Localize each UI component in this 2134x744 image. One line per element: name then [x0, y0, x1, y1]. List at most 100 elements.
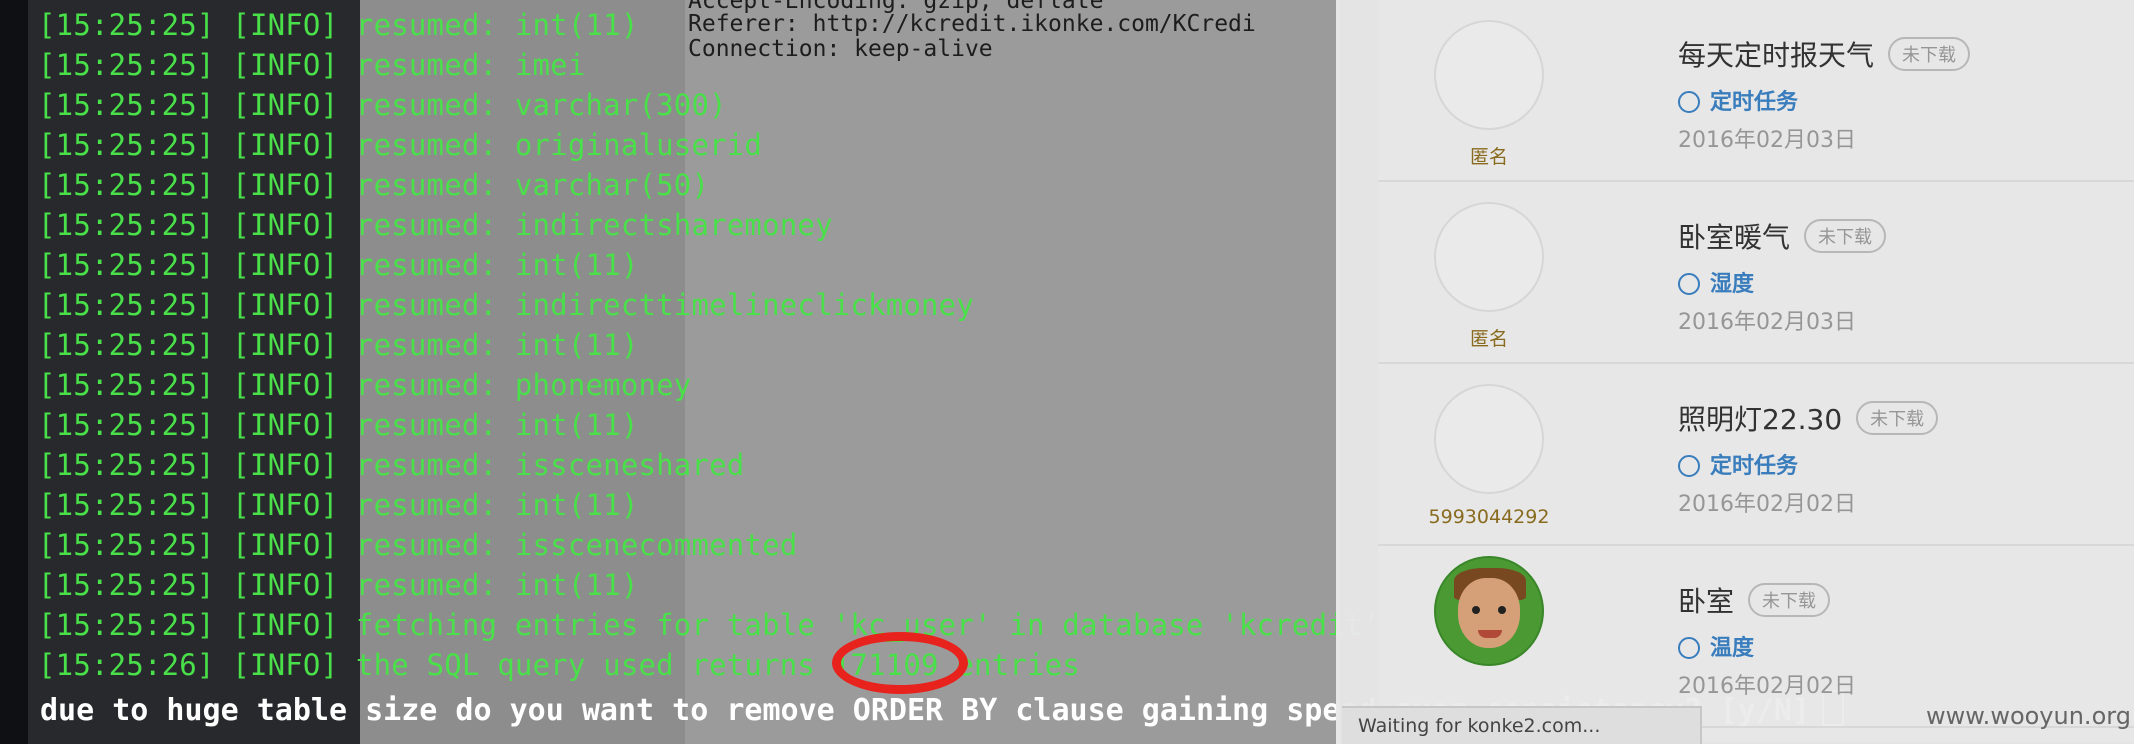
scene-list: 匿名 每天定时报天气 未下载 定时任务 2016年02月03日 匿名 卧室暖气 未下载 湿度 20… — [1378, 0, 2134, 742]
scene-title-text: 卧室 — [1678, 585, 1735, 618]
log-line: [15:25:25] [INFO] resumed: phonemoney — [38, 368, 691, 402]
log-timestamp: [15:25:25] — [38, 208, 215, 242]
thermometer-icon — [1678, 637, 1700, 659]
scene-title: 每天定时报天气 未下载 — [1678, 34, 1971, 74]
log-level: [INFO] — [232, 48, 339, 82]
log-message: resumed: originaluserid — [355, 128, 763, 162]
scene-tag-text: 湿度 — [1710, 272, 1755, 297]
log-level: [INFO] — [232, 88, 339, 122]
avatar — [1434, 556, 1544, 666]
log-line: [15:25:25] [INFO] resumed: isscenecommen… — [38, 528, 797, 562]
scene-title-text: 照明灯22.30 — [1678, 403, 1843, 436]
avatar — [1434, 384, 1544, 494]
log-timestamp: [15:25:25] — [38, 8, 215, 42]
log-timestamp: [15:25:25] — [38, 88, 215, 122]
log-message: resumed: int(11) — [355, 408, 639, 442]
app-panel: 匿名 每天定时报天气 未下载 定时任务 2016年02月03日 匿名 卧室暖气 未下载 湿度 20… — [1336, 0, 2134, 744]
avatar-label: 匿名 — [1469, 328, 1508, 350]
log-line: [15:25:25] [INFO] resumed: int(11) — [38, 488, 638, 522]
log-level: [INFO] — [232, 568, 339, 602]
log-message: resumed: int(11) — [355, 8, 639, 42]
download-status-badge[interactable]: 未下载 — [1856, 401, 1939, 435]
scene-tag: 定时任务 — [1678, 448, 1798, 480]
log-line: [15:25:25] [INFO] resumed: varchar(300) — [38, 88, 727, 122]
log-line: [15:25:25] [INFO] fetching entries for t… — [38, 608, 1380, 642]
http-header-line: Connection: keep-alive — [688, 36, 993, 62]
scene-title: 照明灯22.30 未下载 — [1678, 398, 1939, 438]
http-header-line: Referer: http://kcredit.ikonke.com/KCred… — [688, 11, 1256, 37]
scene-card[interactable]: 匿名 卧室暖气 未下载湿度 2016年02月03日 — [1378, 180, 2134, 364]
log-message: resumed: imei — [355, 48, 586, 82]
log-level: [INFO] — [232, 168, 339, 202]
log-level: [INFO] — [232, 408, 339, 442]
log-level: [INFO] — [232, 368, 339, 402]
alarm-clock-icon — [1678, 455, 1700, 477]
log-level: [INFO] — [232, 288, 339, 322]
log-line: [15:25:25] [INFO] resumed: issceneshared — [38, 448, 744, 482]
log-message: resumed: varchar(50) — [355, 168, 710, 202]
log-level: [INFO] — [232, 448, 339, 482]
log-timestamp: [15:25:25] — [38, 528, 215, 562]
scene-tag: 温度 — [1678, 630, 1754, 662]
browser-status-bar: Waiting for konke2.com... — [1342, 706, 1702, 744]
log-level: [INFO] — [232, 208, 339, 242]
log-message: resumed: phonemoney — [355, 368, 692, 402]
log-timestamp: [15:25:25] — [38, 488, 215, 522]
sun-icon — [1678, 273, 1700, 295]
log-timestamp: [15:25:25] — [38, 368, 215, 402]
log-level: [INFO] — [232, 608, 339, 642]
scene-card[interactable]: 5993044292 照明灯22.30 未下载定时任务 2016年02月02日 — [1378, 362, 2134, 546]
log-timestamp: [15:25:25] — [38, 408, 215, 442]
download-status-badge[interactable]: 未下载 — [1888, 37, 1971, 71]
log-line: [15:25:25] [INFO] resumed: int(11) — [38, 568, 638, 602]
alarm-clock-icon — [1678, 91, 1700, 113]
log-message: resumed: isscenecommented — [355, 528, 798, 562]
log-level: [INFO] — [232, 328, 339, 362]
log-level: [INFO] — [232, 648, 339, 682]
log-timestamp: [15:25:25] — [38, 608, 215, 642]
log-timestamp: [15:25:25] — [38, 288, 215, 322]
scene-title-text: 卧室暖气 — [1678, 221, 1791, 254]
log-line: [15:25:25] [INFO] resumed: indirectshare… — [38, 208, 833, 242]
log-line: [15:25:25] [INFO] resumed: int(11) — [38, 8, 638, 42]
log-line: [15:25:25] [INFO] resumed: originaluseri… — [38, 128, 762, 162]
avatar-label: 5993044292 — [1428, 506, 1550, 528]
log-message: the SQL query used returns 171109 entrie… — [355, 648, 1080, 682]
scene-tag-text: 定时任务 — [1710, 90, 1799, 115]
scene-card[interactable]: 匿名 每天定时报天气 未下载定时任务 2016年02月03日 — [1378, 0, 2134, 182]
scene-card[interactable]: 卧室 未下载温度 2016年02月02日 — [1378, 544, 2134, 728]
download-status-badge[interactable]: 未下载 — [1804, 219, 1887, 253]
log-message: resumed: int(11) — [355, 248, 639, 282]
avatar — [1434, 20, 1544, 130]
log-message: resumed: indirectsharemoney — [355, 208, 833, 242]
scene-title: 卧室 未下载 — [1678, 580, 1831, 620]
download-status-badge[interactable]: 未下载 — [1748, 583, 1831, 617]
log-line: [15:25:25] [INFO] resumed: varchar(50) — [38, 168, 709, 202]
scene-title-text: 每天定时报天气 — [1678, 39, 1875, 72]
log-line: [15:25:25] [INFO] resumed: int(11) — [38, 408, 638, 442]
log-timestamp: [15:25:25] — [38, 448, 215, 482]
avatar — [1434, 202, 1544, 312]
log-line: [15:25:25] [INFO] resumed: int(11) — [38, 248, 638, 282]
scene-date: 2016年02月02日 — [1678, 674, 1856, 699]
log-message: resumed: int(11) — [355, 568, 639, 602]
scene-date: 2016年02月03日 — [1678, 310, 1856, 335]
scene-tag-text: 定时任务 — [1710, 454, 1799, 479]
log-line: [15:25:25] [INFO] resumed: indirecttimel… — [38, 288, 974, 322]
scene-date: 2016年02月03日 — [1678, 128, 1856, 153]
log-timestamp: [15:25:25] — [38, 248, 215, 282]
avatar-label: 匿名 — [1469, 146, 1508, 168]
log-level: [INFO] — [232, 528, 339, 562]
log-level: [INFO] — [232, 248, 339, 282]
log-level: [INFO] — [232, 488, 339, 522]
log-message: resumed: int(11) — [355, 328, 639, 362]
log-message: resumed: issceneshared — [355, 448, 745, 482]
scene-title: 卧室暖气 未下载 — [1678, 216, 1887, 256]
scene-date: 2016年02月02日 — [1678, 492, 1856, 517]
log-timestamp: [15:25:25] — [38, 568, 215, 602]
log-line: [15:25:25] [INFO] resumed: int(11) — [38, 328, 638, 362]
log-timestamp: [15:25:25] — [38, 168, 215, 202]
log-message: resumed: varchar(300) — [355, 88, 727, 122]
log-message: resumed: indirecttimelineclickmoney — [355, 288, 975, 322]
scene-tag-text: 温度 — [1710, 636, 1755, 661]
